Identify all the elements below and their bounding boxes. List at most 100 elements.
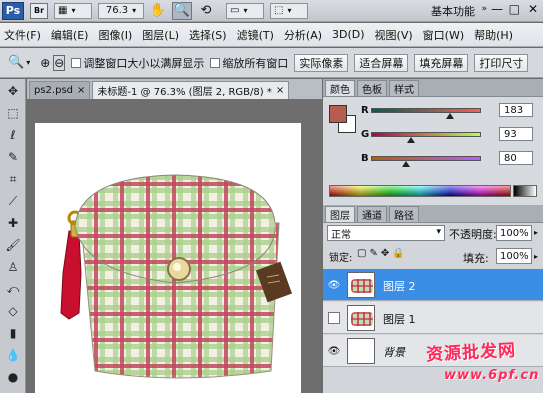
maximize-button[interactable]: □: [509, 2, 520, 16]
menu-3d[interactable]: 3D(D): [328, 28, 371, 41]
zoom-in-icon[interactable]: ⊕: [40, 56, 50, 70]
green-slider[interactable]: [371, 132, 481, 137]
marquee-tool-icon[interactable]: ⬚: [2, 103, 24, 123]
menu-image[interactable]: 图像(I): [94, 27, 138, 43]
print-size-button[interactable]: 打印尺寸: [474, 53, 529, 72]
move-tool-icon[interactable]: ✥: [2, 81, 24, 101]
green-value-input[interactable]: 93: [499, 127, 533, 141]
lock-position-icon[interactable]: ✥: [381, 248, 389, 259]
arrange-documents-dropdown[interactable]: ▭ ▾: [226, 2, 264, 19]
minimize-button[interactable]: —: [491, 2, 503, 16]
foreground-color-swatch[interactable]: [329, 105, 347, 123]
crop-tool-icon[interactable]: ⌗: [2, 169, 24, 189]
menu-window[interactable]: 窗口(W): [419, 27, 470, 43]
blur-tool-icon[interactable]: 💧: [2, 345, 24, 365]
document-canvas[interactable]: [35, 123, 301, 393]
menu-view[interactable]: 视图(V): [371, 27, 419, 43]
blue-slider-thumb[interactable]: [401, 161, 410, 167]
menu-help[interactable]: 帮助(H): [470, 27, 519, 43]
actual-pixels-button[interactable]: 实际像素: [294, 53, 349, 72]
chevron-right-icon[interactable]: ▸: [534, 252, 538, 261]
eye-icon[interactable]: 👁: [328, 279, 341, 291]
options-bar: 🔍 ▾ ⊕ ⊖ 调整窗口大小以满屏显示 缩放所有窗口 实际像素 适合屏幕 填充屏…: [0, 48, 543, 78]
color-spectrum-bar[interactable]: [329, 185, 511, 197]
layer-row[interactable]: 图层 1: [323, 302, 543, 334]
healing-tool-icon[interactable]: ✚: [2, 213, 24, 233]
menu-filter[interactable]: 滤镜(T): [233, 27, 280, 43]
red-value-input[interactable]: 183: [499, 103, 533, 117]
view-extras-dropdown[interactable]: ▦ ▾: [54, 2, 92, 19]
lock-pixels-icon[interactable]: ✎: [369, 248, 377, 259]
menu-layer[interactable]: 图层(L): [138, 27, 185, 43]
chevron-down-icon: ▾: [436, 227, 441, 237]
fit-screen-button[interactable]: 适合屏幕: [354, 53, 409, 72]
close-button[interactable]: ✕: [528, 2, 538, 16]
opacity-input[interactable]: 100%: [496, 225, 532, 241]
menu-file[interactable]: 文件(F): [0, 27, 47, 43]
zoom-all-windows-checkbox[interactable]: [210, 57, 221, 68]
gradient-tool-icon[interactable]: ▮: [2, 323, 24, 343]
resize-windows-checkbox[interactable]: [71, 57, 82, 68]
workspace-switcher[interactable]: 基本功能: [431, 3, 475, 19]
document-tab-ps2[interactable]: ps2.psd ×: [29, 81, 91, 99]
blue-slider[interactable]: [371, 156, 481, 161]
menu-select[interactable]: 选择(S): [185, 27, 233, 43]
dodge-tool-icon[interactable]: ●: [2, 367, 24, 387]
double-chevron-icon[interactable]: »: [481, 4, 487, 14]
zoom-tool-preset-icon[interactable]: 🔍: [8, 55, 24, 70]
close-icon[interactable]: ×: [77, 85, 85, 96]
tab-paths[interactable]: 路径: [389, 206, 419, 222]
layer-thumbnail: [347, 305, 375, 331]
document-tab-untitled[interactable]: 未标题-1 @ 76.3% (图层 2, RGB/8) * ×: [92, 81, 290, 99]
green-slider-thumb[interactable]: [407, 137, 416, 143]
chevron-right-icon[interactable]: ▸: [534, 228, 538, 237]
red-slider-thumb[interactable]: [445, 113, 454, 119]
eyedropper-tool-icon[interactable]: ⟋: [2, 191, 24, 211]
menu-bar: 文件(F) 编辑(E) 图像(I) 图层(L) 选择(S) 滤镜(T) 分析(A…: [0, 23, 543, 47]
tab-styles[interactable]: 样式: [389, 80, 419, 96]
zoom-out-icon[interactable]: ⊖: [53, 54, 66, 71]
layer-name: 图层 1: [383, 313, 416, 326]
quick-select-tool-icon[interactable]: ✎: [2, 147, 24, 167]
chevron-down-icon: ▾: [71, 6, 76, 15]
black-white-ramp[interactable]: [513, 185, 537, 197]
screen-mode-dropdown[interactable]: ⬚ ▾: [270, 2, 308, 19]
fill-screen-button[interactable]: 填充屏幕: [414, 53, 469, 72]
eraser-tool-icon[interactable]: ◇: [2, 301, 24, 321]
tab-swatches[interactable]: 色板: [357, 80, 387, 96]
clone-stamp-tool-icon[interactable]: ♙: [2, 257, 24, 277]
brush-tool-icon[interactable]: 🖌: [2, 235, 24, 255]
lasso-tool-icon[interactable]: ℓ: [2, 125, 24, 145]
red-label: R: [361, 105, 369, 116]
layers-panel-tabs: 图层 通道 路径: [323, 205, 543, 223]
menu-edit[interactable]: 编辑(E): [47, 27, 95, 43]
fill-input[interactable]: 100%: [496, 248, 532, 264]
zoom-tool-icon[interactable]: 🔍: [172, 1, 192, 20]
history-brush-tool-icon[interactable]: ⤺: [2, 279, 24, 299]
red-slider[interactable]: [371, 108, 481, 113]
bridge-button[interactable]: Br: [30, 2, 48, 19]
document-area: ps2.psd × 未标题-1 @ 76.3% (图层 2, RGB/8) * …: [27, 79, 322, 393]
tab-channels[interactable]: 通道: [357, 206, 387, 222]
blend-mode-select[interactable]: 正常 ▾: [327, 225, 445, 241]
blue-label: B: [361, 153, 369, 164]
visibility-toggle[interactable]: [328, 312, 340, 324]
resize-windows-label: 调整窗口大小以满屏显示: [83, 56, 205, 70]
hand-tool-icon[interactable]: ✋: [148, 2, 168, 20]
eye-icon[interactable]: 👁: [328, 345, 341, 357]
blue-value-input[interactable]: 80: [499, 151, 533, 165]
rotate-view-icon[interactable]: ⟲: [196, 2, 216, 20]
zoom-level-dropdown[interactable]: 76.3 ▾: [98, 2, 144, 19]
layer-row[interactable]: 👁 图层 2: [323, 269, 543, 301]
tab-layers[interactable]: 图层: [325, 206, 355, 222]
lock-all-icon[interactable]: 🔒: [392, 248, 404, 259]
tab-color[interactable]: 颜色: [325, 80, 355, 96]
menu-analysis[interactable]: 分析(A): [280, 27, 328, 43]
lock-transparent-icon[interactable]: ▢: [357, 248, 366, 259]
watermark-text: 资源批发网: [425, 340, 517, 366]
layer-thumbnail: [347, 338, 375, 364]
tab-label: ps2.psd: [34, 85, 74, 96]
chevron-down-icon[interactable]: ▾: [26, 58, 30, 67]
grid-icon: ▦: [58, 5, 68, 16]
close-icon[interactable]: ×: [276, 85, 284, 96]
